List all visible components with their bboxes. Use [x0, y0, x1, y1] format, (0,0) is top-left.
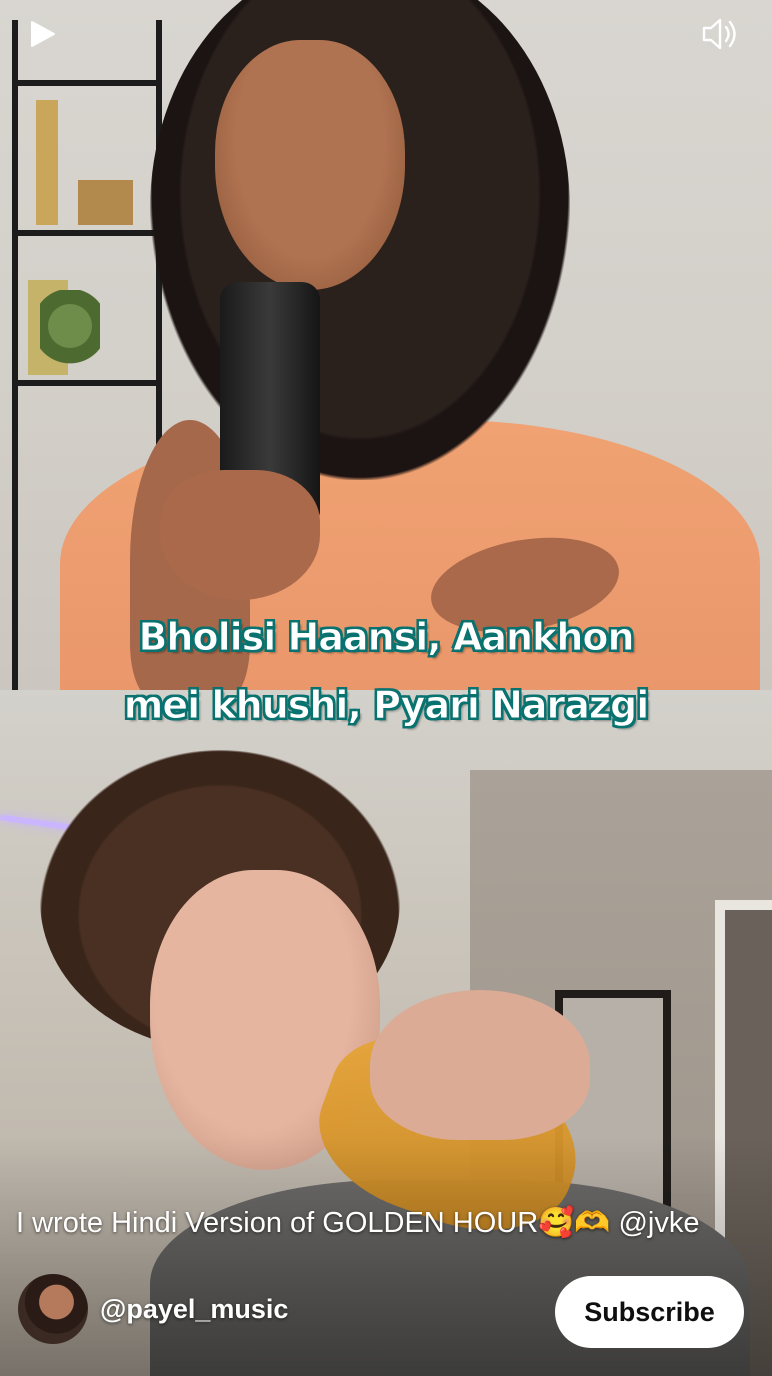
top-video-panel [0, 0, 772, 690]
man-hand [370, 990, 590, 1140]
volume-button[interactable] [698, 14, 742, 54]
shorts-player[interactable]: Bholisi Haansi, Aankhon mei khushi, Pyar… [0, 0, 772, 1376]
play-button[interactable] [28, 18, 58, 50]
video-title[interactable]: I wrote Hindi Version of GOLDEN HOUR🥰🫶 @… [16, 1206, 756, 1240]
lyrics-caption-line-2: mei khushi, Pyari Narazgi [123, 683, 650, 728]
subscribe-button[interactable]: Subscribe [555, 1276, 744, 1348]
channel-name[interactable]: @payel_music [100, 1294, 288, 1325]
channel-row: @payel_music Subscribe [16, 1272, 756, 1348]
play-icon [31, 21, 55, 47]
plant-image [40, 290, 100, 380]
lyrics-caption-line-1: Bholisi Haansi, Aankhon [138, 615, 635, 660]
volume-icon [702, 18, 736, 50]
singer-hand [160, 470, 320, 600]
channel-avatar[interactable] [18, 1274, 88, 1344]
singer-face [215, 40, 405, 290]
